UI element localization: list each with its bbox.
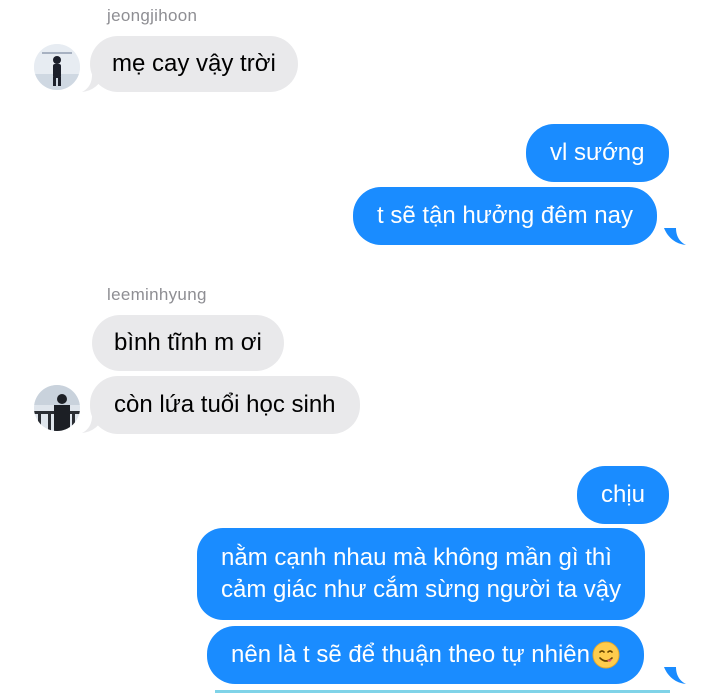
message-bubble-outgoing[interactable]: nằm cạnh nhau mà không mần gì thì cảm gi…	[197, 528, 646, 620]
avatar-jeongjihoon[interactable]	[34, 44, 80, 90]
person-icon	[34, 44, 80, 90]
message-text: vl sướng	[550, 139, 645, 166]
message-text: còn lứa tuổi học sinh	[114, 391, 336, 418]
message-bubble-outgoing[interactable]: nên là t sẽ để thuận theo tự nhiên	[207, 626, 645, 684]
message-text: nên là t sẽ để thuận theo tự nhiên	[231, 641, 591, 668]
sender-name-jeongjihoon: jeongjihoon	[107, 6, 198, 25]
message-bubble-outgoing[interactable]: chịu	[577, 466, 670, 524]
avatar-leeminhyung[interactable]	[34, 385, 80, 431]
sender-name-leeminhyung: leeminhyung	[107, 285, 207, 304]
bubble-tail	[664, 667, 686, 684]
message-bubble-incoming[interactable]: bình tĩnh m ơi	[92, 315, 284, 371]
message-text: chịu	[601, 481, 646, 508]
bubble-tail	[82, 416, 104, 433]
message-bubble-outgoing[interactable]: vl sướng	[526, 124, 669, 182]
yum-face-emoji-icon	[592, 641, 620, 669]
message-bubble-outgoing[interactable]: t sẽ tận hưởng đêm nay	[353, 187, 657, 245]
bubble-tail	[82, 75, 104, 92]
message-bubble-incoming[interactable]: còn lứa tuổi học sinh	[90, 376, 360, 434]
message-text-line: cảm giác như cắm sừng người ta vậy	[221, 576, 622, 603]
message-bubble-incoming[interactable]: mẹ cay vậy trời	[90, 36, 298, 92]
message-text-line: nằm cạnh nhau mà không mần gì thì	[221, 544, 612, 571]
bubble-tail	[664, 228, 686, 245]
person-icon	[34, 385, 80, 431]
message-text: t sẽ tận hưởng đêm nay	[377, 202, 633, 229]
message-text: bình tĩnh m ơi	[114, 329, 262, 356]
message-text: mẹ cay vậy trời	[112, 50, 276, 77]
